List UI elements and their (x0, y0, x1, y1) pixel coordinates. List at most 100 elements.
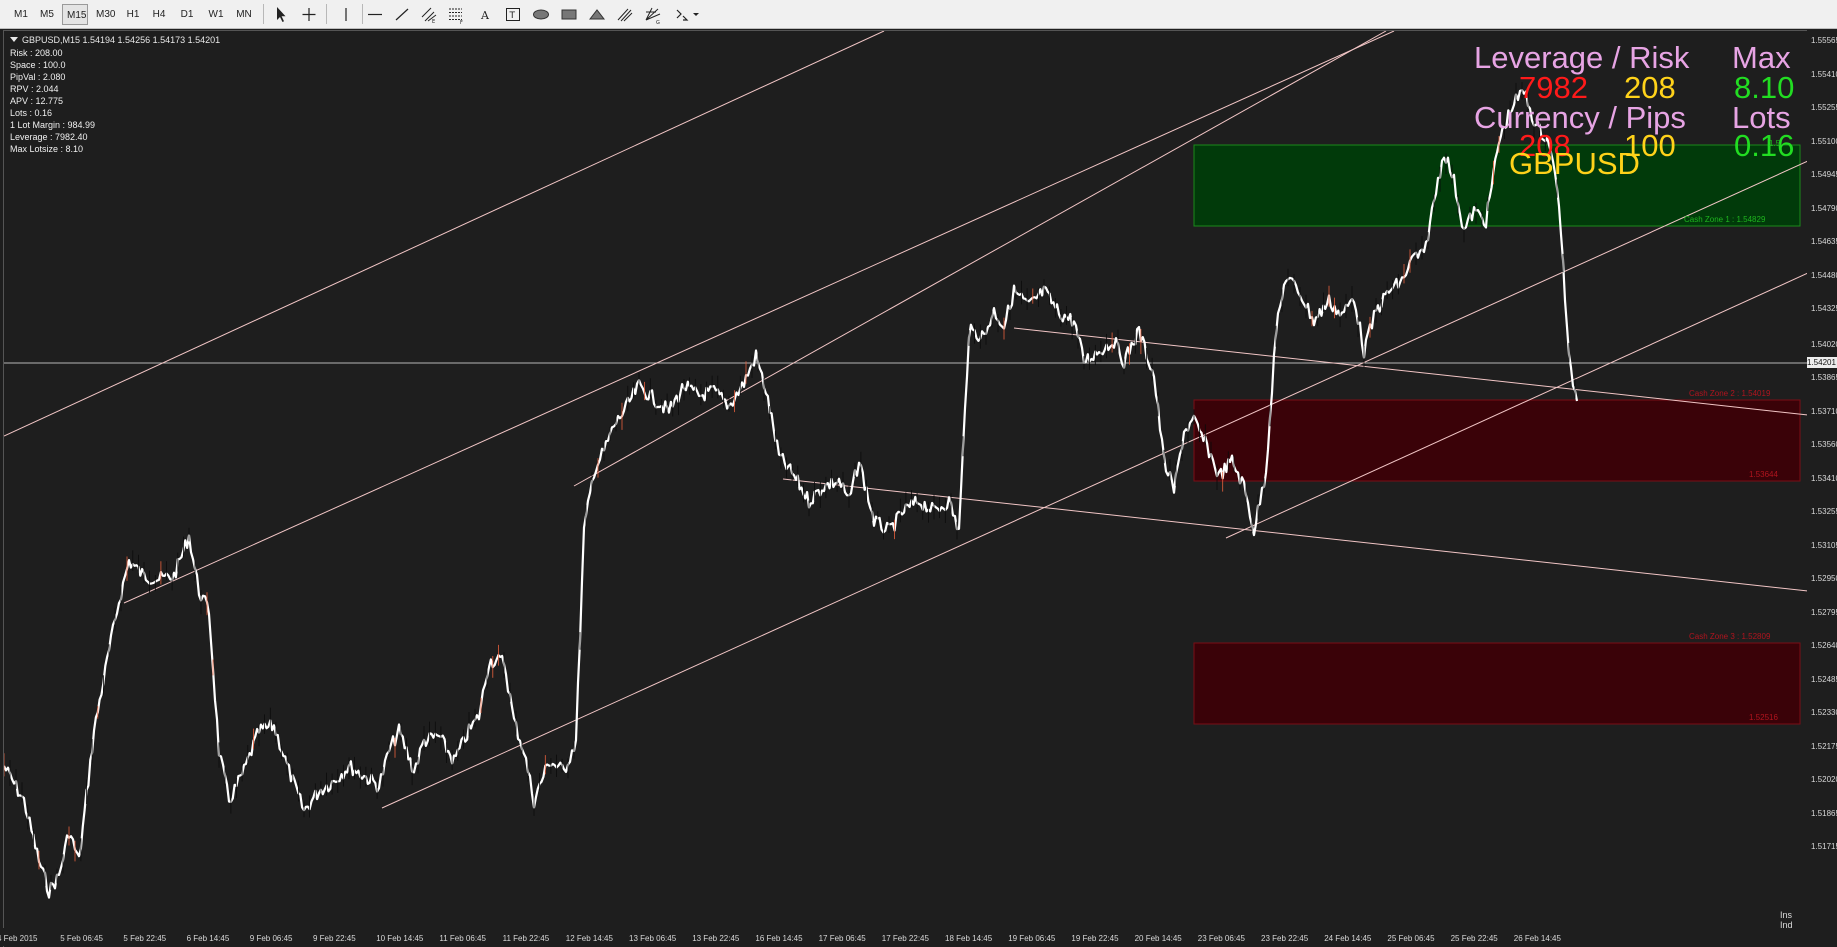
price-axis-label: 1.54325 (1811, 304, 1837, 313)
svg-text:A: A (480, 9, 490, 22)
timeframe-h4-button[interactable]: H4 (148, 4, 170, 25)
timeframe-d1-button[interactable]: D1 (176, 4, 198, 25)
price-axis-label: 1.54945 (1811, 170, 1837, 179)
info-max-lotsize: Max Lotsize : 8.10 (10, 144, 84, 154)
svg-text:T: T (509, 11, 516, 21)
price-axis[interactable]: 1.55565 1.55410 1.55255 1.55100 1.54945 1.547… (1807, 30, 1837, 926)
time-axis-label: 10 Feb 14:45 (376, 934, 424, 943)
info-row-apv: APV : 12.775 (10, 95, 95, 107)
price-axis-label: 1.53865 (1811, 373, 1837, 382)
price-axis-label: 1.55565 (1811, 36, 1837, 45)
timeframe-m15-button[interactable]: M15 (62, 4, 88, 25)
chart-window[interactable]: GBPUSD,M15 1.54194 1.54256 1.54173 1.542… (3, 30, 1837, 947)
price-axis-label: 1.53410 (1811, 473, 1837, 483)
info-row-rpv: RPV : 2.044 (10, 83, 95, 95)
zone-2-lower-label: 1.53644 (1749, 470, 1778, 479)
gann-icon[interactable]: G (642, 4, 664, 25)
risk-panel: Leverage / Risk Max 7982 208 8.10 Curren… (1464, 41, 1804, 211)
price-axis-label: 1.52485 (1811, 674, 1837, 684)
toolbar-separator (326, 4, 327, 24)
timeframe-mn-button[interactable]: MN (232, 4, 256, 25)
collapse-triangle-icon[interactable] (10, 37, 18, 42)
time-axis-label: 5 Feb 22:45 (123, 934, 167, 943)
price-axis-label: 1.54790 (1811, 203, 1837, 213)
timeframe-m1-button[interactable]: M1 (10, 4, 32, 25)
price-axis-label: 1.52020 (1811, 775, 1837, 784)
lots-value: 0.16 (1734, 128, 1795, 163)
vertical-line-icon[interactable] (335, 4, 357, 25)
time-axis-label: 13 Feb 06:45 (629, 934, 677, 943)
price-axis-label: 1.53105 (1811, 540, 1837, 550)
info-risk: Risk : 208.00 (10, 48, 63, 58)
trendline-icon[interactable] (391, 4, 413, 25)
cash-zone-3-rect (1193, 642, 1801, 725)
time-axis-label: 18 Feb 14:45 (945, 934, 993, 943)
time-axis-label: 16 Feb 14:45 (755, 934, 803, 943)
time-axis-label: 13 Feb 22:45 (692, 934, 740, 943)
symbol-header-text: GBPUSD,M15 1.54194 1.54256 1.54173 1.542… (22, 35, 221, 45)
crosshair-icon[interactable] (298, 4, 320, 25)
time-axis-label: 17 Feb 06:45 (818, 934, 866, 943)
time-axis-label: 19 Feb 22:45 (1071, 934, 1119, 943)
indicator-corner-text: Ins Ind (1780, 910, 1793, 930)
toolbar: M1 M5 M15 M30 H1 H4 D1 W1 MN E F A T G (0, 0, 1837, 29)
text-icon[interactable]: A (474, 4, 496, 25)
info-rpv: RPV : 2.044 (10, 84, 59, 94)
time-axis-label: 4 Feb 2015 (0, 934, 38, 943)
timeframe-m5-button[interactable]: M5 (36, 4, 58, 25)
current-price-label: 1.54201 (1807, 357, 1837, 368)
andrews-pitchfork-icon[interactable] (614, 4, 636, 25)
cash-zone-3-label: Cash Zone 3 : 1.52809 (1689, 632, 1771, 641)
time-axis-label: 17 Feb 22:45 (881, 934, 929, 943)
ellipse-icon[interactable] (530, 4, 552, 25)
price-axis-label: 1.53255 (1811, 507, 1837, 516)
time-axis-label: 11 Feb 06:45 (439, 934, 486, 943)
cash-zone-2-label: Cash Zone 2 : 1.54019 (1689, 389, 1771, 398)
time-axis-label: 23 Feb 06:45 (1197, 934, 1245, 943)
horizontal-line-icon[interactable] (364, 4, 386, 25)
time-axis-label: 19 Feb 06:45 (1008, 934, 1056, 943)
time-axis-label: 24 Feb 14:45 (1324, 934, 1372, 943)
downtrend-line-lower[interactable] (782, 478, 1808, 592)
time-axis-label: 23 Feb 22:45 (1261, 934, 1309, 943)
arrows-dropdown-icon[interactable] (672, 4, 702, 25)
text-label-icon[interactable]: T (502, 4, 524, 25)
price-axis-label: 1.52795 (1811, 607, 1837, 617)
cash-zone-2-rect (1193, 399, 1801, 482)
price-axis-label: 1.53710 (1811, 406, 1837, 416)
time-axis-label: 9 Feb 22:45 (313, 934, 356, 943)
time-axis-label: 11 Feb 22:45 (502, 934, 550, 943)
time-axis-label: 20 Feb 14:45 (1134, 934, 1182, 943)
cursor-icon[interactable] (270, 4, 292, 25)
svg-text:G: G (656, 20, 660, 25)
info-lot-margin: 1 Lot Margin : 984.99 (10, 120, 96, 130)
price-axis-label: 1.55410 (1811, 69, 1837, 79)
svg-text:F: F (460, 20, 463, 25)
symbol-header: GBPUSD,M15 1.54194 1.54256 1.54173 1.542… (10, 35, 220, 45)
symbol-name: GBPUSD (1509, 146, 1640, 181)
timeframe-m30-button[interactable]: M30 (92, 4, 118, 25)
info-row-risk: Risk : 208.00 (10, 47, 95, 59)
price-axis-label: 1.53560 (1811, 440, 1837, 449)
price-axis-label: 1.54480 (1811, 270, 1837, 280)
timeframe-w1-button[interactable]: W1 (204, 4, 228, 25)
zone-3-lower-label: 1.52516 (1749, 713, 1778, 722)
time-axis[interactable]: 4 Feb 2015 5 Feb 06:45 5 Feb 22:45 6 Feb 14… (0, 928, 1807, 946)
time-axis-label: 26 Feb 14:45 (1513, 934, 1561, 943)
price-axis-label: 1.52175 (1811, 741, 1837, 751)
triangle-icon[interactable] (586, 4, 608, 25)
price-axis-label: 1.51715 (1811, 842, 1837, 851)
info-space: Space : 100.0 (10, 60, 66, 70)
svg-text:E: E (432, 19, 435, 25)
info-row-lots: Lots : 0.16 (10, 107, 95, 119)
time-axis-label: 25 Feb 06:45 (1387, 934, 1435, 943)
rectangle-icon[interactable] (558, 4, 580, 25)
channel-line-main[interactable] (123, 31, 1395, 604)
time-axis-label: 5 Feb 06:45 (60, 934, 103, 943)
info-leverage: Leverage : 7982.40 (10, 132, 88, 142)
timeframe-h1-button[interactable]: H1 (122, 4, 144, 25)
channel-icon[interactable]: E (418, 4, 440, 25)
fibonacci-icon[interactable]: F (445, 4, 467, 25)
zone-top-label: 1.5 (1769, 139, 1781, 148)
cash-zone-1-label: Cash Zone 1 : 1.54829 (1684, 215, 1766, 224)
